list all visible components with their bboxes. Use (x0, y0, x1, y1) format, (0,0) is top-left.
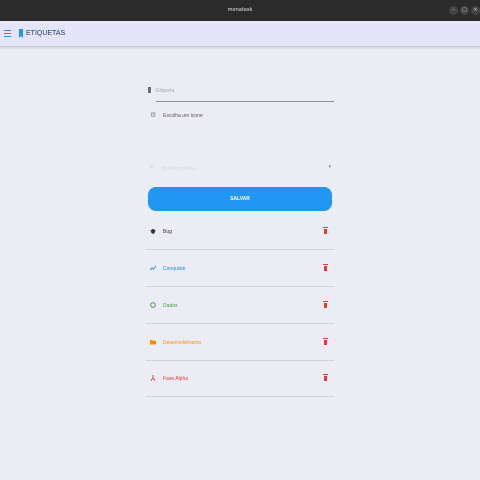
label-underline (156, 101, 334, 102)
delete-icon[interactable] (323, 227, 328, 234)
icon-picker[interactable]: ⚙ Escolha um ícone (148, 111, 268, 123)
delete-icon[interactable] (323, 374, 328, 381)
circle-icon (150, 302, 156, 308)
label-field (148, 84, 334, 102)
trending-up-icon (150, 265, 156, 271)
gear-icon: ⚙ (150, 112, 157, 119)
tag-label: Conquiste (163, 266, 186, 272)
delete-icon[interactable] (323, 264, 328, 271)
location-icon (150, 165, 153, 168)
tag-label: Bug (163, 229, 172, 235)
delete-icon[interactable] (323, 301, 328, 308)
dropdown-value: Modelo padrão (162, 166, 196, 172)
bookmark-icon (19, 29, 23, 38)
bug-icon (150, 229, 156, 234)
close-button[interactable]: × (471, 6, 480, 15)
divider (146, 323, 334, 324)
tag-label: Desenvolvimento (163, 340, 202, 346)
chevron-down-icon: ▾ (328, 164, 331, 170)
tag-row[interactable]: Dados (146, 288, 334, 324)
menu-icon[interactable] (4, 28, 11, 38)
divider (146, 286, 334, 287)
tag-row[interactable]: Conquiste (146, 251, 334, 287)
template-dropdown[interactable]: Modelo padrão ▾ (148, 163, 334, 175)
page-title: ETIQUETAS (26, 30, 66, 37)
delete-icon[interactable] (323, 338, 328, 345)
tag-label: Dados (163, 303, 178, 309)
divider (146, 249, 334, 250)
label-icon (148, 87, 151, 93)
tag-row[interactable]: Desenvolvimento (146, 325, 334, 361)
maximize-button[interactable]: □ (460, 6, 469, 15)
fork-icon (150, 375, 156, 381)
minimize-button[interactable]: – (449, 6, 458, 15)
window-titlebar: monatask – □ × (0, 0, 480, 21)
folder-icon (150, 340, 156, 345)
icon-picker-label: Escolha um ícone (163, 113, 203, 119)
label-input[interactable] (156, 84, 332, 98)
tag-label: Fase Alpha (163, 376, 189, 382)
tag-row[interactable]: Fase Alpha (146, 361, 334, 397)
save-button[interactable]: SALVAR (148, 187, 332, 211)
window-title: monatask (227, 7, 253, 13)
tag-row[interactable]: Bug (146, 214, 334, 250)
divider (146, 396, 334, 397)
app-bar: ETIQUETAS (0, 21, 480, 47)
